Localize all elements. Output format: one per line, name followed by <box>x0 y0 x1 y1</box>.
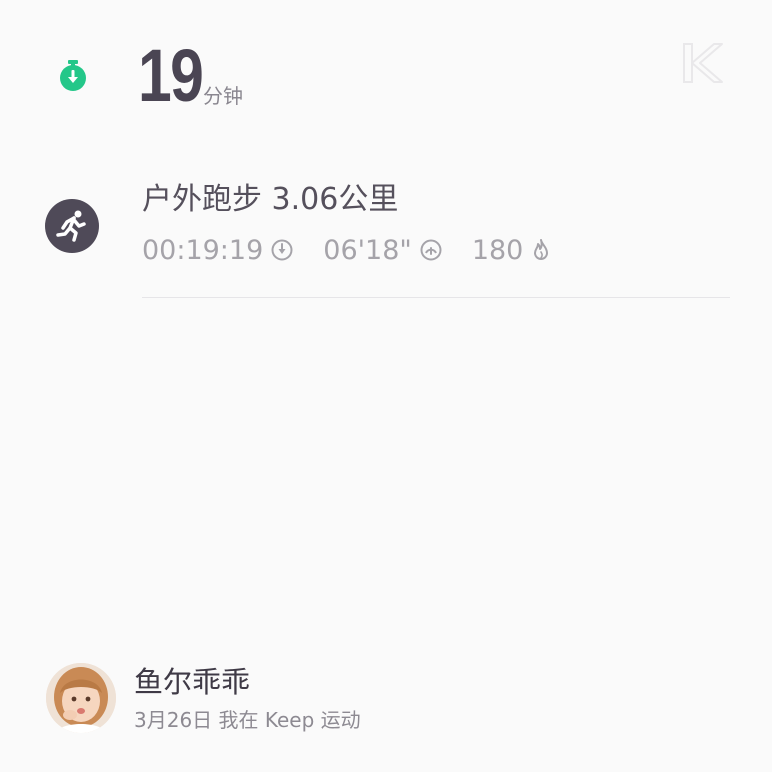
user-name[interactable]: 鱼尔乖乖 <box>134 664 250 700</box>
total-minutes: 19 <box>138 34 204 117</box>
minutes-unit: 分钟 <box>203 84 243 108</box>
duration-stat: 00:19:19 <box>142 235 293 266</box>
flame-icon <box>534 239 549 260</box>
activity-stats: 00:19:19 06'18" 180 <box>142 232 551 268</box>
calories-stat: 180 <box>472 235 552 266</box>
summary-header: 19 分钟 <box>0 0 772 140</box>
activity-date-line: 3月26日 我在 Keep 运动 <box>134 708 361 732</box>
pace-value: 06'18" <box>323 234 412 266</box>
avatar[interactable] <box>46 663 116 733</box>
activity-title: 户外跑步 3.06公里 <box>142 182 399 217</box>
clock-icon <box>271 239 293 261</box>
duration-value: 00:19:19 <box>142 234 264 266</box>
speedometer-icon <box>420 239 442 261</box>
keep-k-icon <box>680 40 726 86</box>
stopwatch-icon <box>58 60 88 92</box>
calories-value: 180 <box>471 234 524 266</box>
divider <box>142 297 730 298</box>
pace-stat: 06'18" <box>323 235 442 266</box>
running-icon <box>45 199 99 253</box>
